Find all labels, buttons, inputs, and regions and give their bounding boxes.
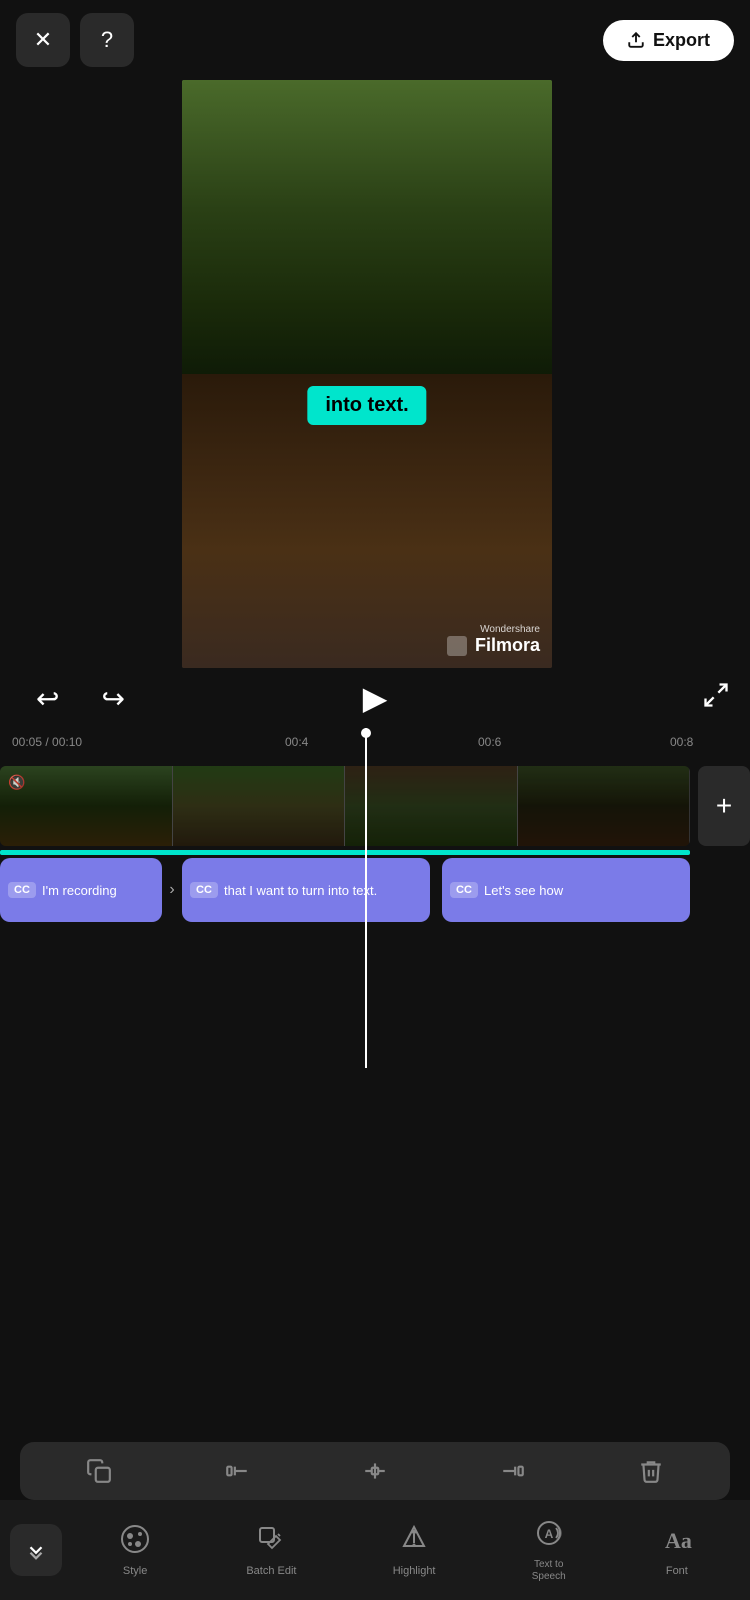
add-track-button[interactable]: + <box>698 766 750 846</box>
fullscreen-icon <box>702 681 730 709</box>
caption-clips-row: CC I'm recording › CC that I want to tur… <box>0 855 690 925</box>
nav-item-style[interactable]: Style <box>120 1524 150 1577</box>
batch-edit-label: Batch Edit <box>246 1565 296 1577</box>
batch-edit-icon <box>256 1524 286 1561</box>
watermark-name: Filmora <box>447 635 540 656</box>
duplicate-button[interactable] <box>78 1450 120 1492</box>
track-segment-4 <box>518 766 691 846</box>
tts-label: Text toSpeech <box>532 1559 566 1583</box>
time-label-8: 00:8 <box>670 735 693 749</box>
play-button[interactable]: ▶ <box>349 672 401 724</box>
cc-badge-2: CC <box>190 882 218 898</box>
bottom-toolbar <box>20 1442 730 1500</box>
export-button[interactable]: Export <box>603 20 734 61</box>
video-background: into text. Wondershare Filmora <box>182 80 552 668</box>
video-preview: into text. Wondershare Filmora <box>182 80 552 668</box>
clip-3-text: Let's see how <box>484 883 563 898</box>
nav-items: Style Batch Edit <box>72 1518 740 1583</box>
duplicate-icon <box>86 1458 112 1484</box>
svg-text:A: A <box>544 1527 553 1541</box>
video-trees-layer <box>182 80 552 403</box>
split-icon <box>362 1458 388 1484</box>
redo-button[interactable]: ↪ <box>85 674 140 723</box>
nav-item-batch-edit[interactable]: Batch Edit <box>246 1524 296 1577</box>
playhead-handle <box>361 728 371 738</box>
bottom-nav: Style Batch Edit <box>0 1500 750 1600</box>
caption-clip-1[interactable]: CC I'm recording <box>0 858 162 922</box>
delete-button[interactable] <box>630 1450 672 1492</box>
undo-redo-group: ↩ ↪ <box>20 674 141 723</box>
playback-controls: ↩ ↪ ▶ <box>0 668 750 728</box>
undo-button[interactable]: ↩ <box>20 674 75 723</box>
video-track[interactable] <box>0 766 690 846</box>
clip-1-text: I'm recording <box>42 883 117 898</box>
volume-icon: 🔇 <box>8 774 25 791</box>
watermark-brand: Wondershare <box>447 624 540 635</box>
caption-clip-3[interactable]: CC Let's see how <box>442 858 690 922</box>
highlight-label: Highlight <box>393 1565 436 1577</box>
caption-clip-2[interactable]: CC that I want to turn into text. <box>182 858 430 922</box>
nav-item-tts[interactable]: A Text toSpeech <box>532 1518 566 1583</box>
style-label: Style <box>123 1565 147 1577</box>
trim-start-icon <box>224 1458 250 1484</box>
tts-icon: A <box>534 1518 564 1555</box>
clip-connector: › <box>162 858 182 922</box>
svg-text:Aa: Aa <box>665 1528 692 1553</box>
nav-item-highlight[interactable]: Highlight <box>393 1524 436 1577</box>
track-segment-1 <box>0 766 173 846</box>
timeline-ruler: 00:05 / 00:10 00:4 00:6 00:8 <box>0 728 750 756</box>
time-label-4: 00:4 <box>285 735 308 749</box>
collapse-button[interactable] <box>10 1524 62 1576</box>
clip-2-text: that I want to turn into text. <box>224 883 377 898</box>
top-bar: ✕ ? Export <box>0 0 750 80</box>
highlight-icon <box>399 1524 429 1561</box>
upload-icon <box>627 31 645 49</box>
track-segment-2 <box>173 766 346 846</box>
close-button[interactable]: ✕ <box>16 13 70 67</box>
trim-end-icon <box>500 1458 526 1484</box>
delete-icon <box>638 1458 664 1484</box>
fullscreen-button[interactable] <box>702 681 730 716</box>
cc-badge-1: CC <box>8 882 36 898</box>
nav-item-font[interactable]: Aa Font <box>662 1524 692 1577</box>
cc-badge-3: CC <box>450 882 478 898</box>
track-segment-3 <box>345 766 518 846</box>
trim-start-button[interactable] <box>216 1450 258 1492</box>
font-label: Font <box>666 1565 688 1577</box>
timeline-section: 00:05 / 00:10 00:4 00:6 00:8 🔇 + <box>0 728 750 1068</box>
watermark: Wondershare Filmora <box>447 624 540 656</box>
trim-end-button[interactable] <box>492 1450 534 1492</box>
playhead <box>365 728 367 1068</box>
font-icon: Aa <box>662 1524 692 1561</box>
time-label-current: 00:05 / 00:10 <box>12 735 82 749</box>
top-left-buttons: ✕ ? <box>16 13 134 67</box>
help-button[interactable]: ? <box>80 13 134 67</box>
style-icon <box>120 1524 150 1561</box>
chevron-down-double-icon <box>25 1539 47 1561</box>
caption-overlay: into text. <box>307 386 426 425</box>
split-button[interactable] <box>354 1450 396 1492</box>
time-label-6: 00:6 <box>478 735 501 749</box>
